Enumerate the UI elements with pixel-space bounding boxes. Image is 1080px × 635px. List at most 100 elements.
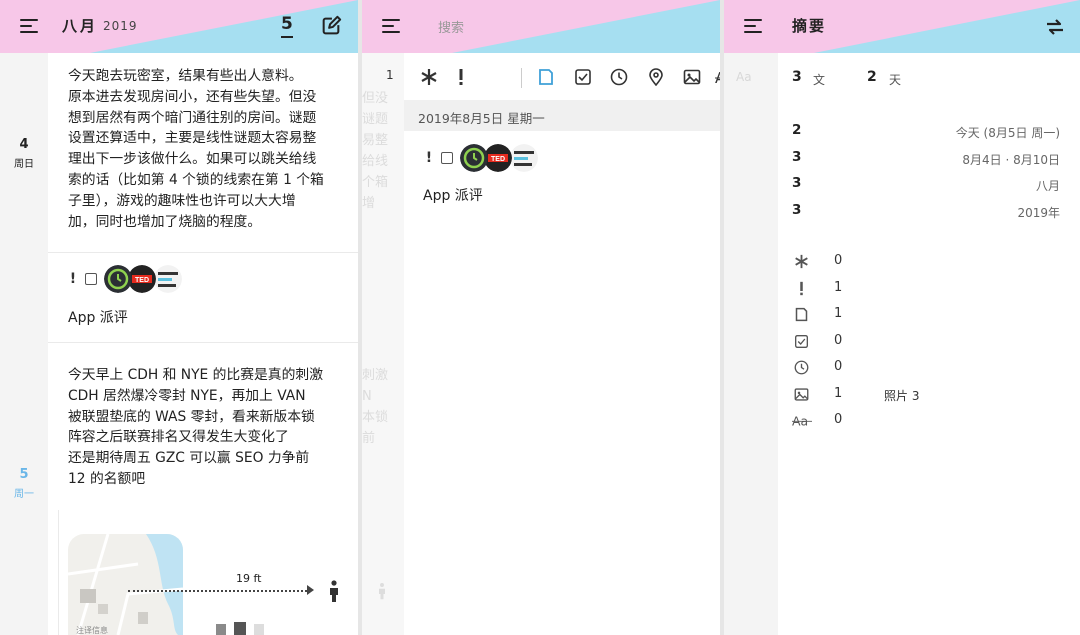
type-count: 1: [834, 386, 843, 401]
day-weekday: 周日: [14, 159, 34, 170]
hamburger-icon[interactable]: [20, 17, 40, 35]
note-icon: [85, 273, 97, 285]
header-background: [0, 0, 358, 53]
walking-person-icon: [330, 580, 338, 602]
month-title: 八月: [62, 17, 99, 35]
location-icon[interactable]: [645, 66, 667, 88]
timeline-header: 八月 2019 5: [0, 0, 358, 53]
note-icon[interactable]: [535, 66, 557, 88]
editor-body[interactable]: [404, 53, 720, 635]
divider: [48, 342, 358, 343]
svg-text:TED: TED: [135, 277, 149, 284]
days-count: 2: [867, 69, 877, 85]
text-style-icon: Aa: [736, 70, 752, 84]
hamburger-icon[interactable]: [382, 17, 402, 35]
background-text: 刺激 N 本锁 前: [362, 368, 389, 446]
image-icon: [792, 385, 810, 403]
type-count: 0: [834, 253, 843, 268]
entry-tags[interactable]: ! TED: [424, 143, 540, 173]
type-count: 0: [834, 412, 843, 427]
checkbox-icon: [792, 332, 810, 350]
entry-count-button[interactable]: 5: [281, 14, 293, 38]
background-count: 1: [386, 68, 394, 82]
timeline-panel: 八月 2019 5 4 周日 5 周一 今天跑去玩密室，结果有些出人意料。 原本…: [0, 0, 358, 635]
swap-icon[interactable]: [1044, 16, 1066, 38]
ted-app-icon: TED: [484, 144, 512, 172]
range-count: 3: [792, 202, 802, 218]
route-distance: 19 ft: [236, 572, 262, 585]
asterisk-icon: [792, 252, 810, 270]
divider: [58, 510, 59, 635]
search-input[interactable]: 搜索: [438, 17, 464, 36]
clock-icon: [792, 358, 810, 376]
exclamation-icon: !: [425, 150, 433, 166]
range-label[interactable]: 八月: [1036, 177, 1060, 194]
entry-label: App 派评: [68, 310, 128, 326]
list-app-icon: [154, 265, 182, 293]
arrow-right-icon: [307, 585, 314, 595]
image-icon[interactable]: [681, 66, 703, 88]
entry-tags[interactable]: ! TED: [68, 264, 184, 294]
edit-icon[interactable]: [320, 15, 342, 37]
svg-text:TED: TED: [491, 156, 505, 163]
type-count: 1: [834, 280, 843, 295]
editor-header: 搜索: [362, 0, 720, 53]
year-label: 2019: [103, 19, 138, 33]
exclamation-icon: [792, 279, 810, 297]
header-background: [724, 0, 1080, 53]
header-background: [362, 0, 720, 53]
type-count: 0: [834, 333, 843, 348]
type-count: 0: [834, 359, 843, 374]
day-number-today: 5: [19, 467, 29, 482]
photo-bar: [254, 624, 264, 635]
editor-toolbar: Aa: [404, 53, 720, 100]
map-thumbnail[interactable]: 注译信息: [68, 534, 183, 635]
note-icon: [441, 152, 453, 164]
note-icon: [792, 305, 810, 323]
clock-app-icon: [104, 265, 132, 293]
type-count: 1: [834, 306, 843, 321]
entry-text[interactable]: 今天早上 CDH 和 NYE 的比赛是真的刺激 CDH 居然爆冷零封 NYE，再…: [68, 365, 350, 490]
clock-icon[interactable]: [608, 66, 630, 88]
ted-app-icon: TED: [128, 265, 156, 293]
range-label[interactable]: 今天 (8月5日 周一): [956, 124, 1060, 141]
background-text: 但没 谜题 易整 给线 个箱 增: [362, 91, 389, 211]
text-style-icon: Aa: [792, 411, 812, 429]
range-label[interactable]: 8月4日 · 8月10日: [962, 151, 1060, 168]
day-number: 4: [19, 137, 29, 152]
entries-unit: 文: [813, 73, 826, 87]
entry-label[interactable]: App 派评: [423, 185, 483, 205]
days-unit: 天: [889, 73, 902, 87]
checkbox-icon[interactable]: [572, 66, 594, 88]
range-count: 3: [792, 175, 802, 191]
clock-app-icon: [460, 144, 488, 172]
day-weekday-today: 周一: [14, 489, 34, 500]
app-avatars: TED: [104, 264, 184, 294]
entries-count: 3: [792, 69, 802, 85]
toolbar-divider: [521, 68, 522, 88]
summary-title: 摘要: [792, 17, 827, 35]
map-place-label: 注译信息: [76, 625, 108, 635]
range-label[interactable]: 2019年: [1017, 204, 1060, 221]
range-count: 3: [792, 149, 802, 165]
photo-bar: [234, 622, 246, 635]
background-toolbar: [724, 53, 778, 635]
entry-text[interactable]: 今天跑去玩密室，结果有些出人意料。 原本进去发现房间小，还有些失望。但没 想到居…: [68, 66, 350, 232]
hamburger-icon[interactable]: [744, 17, 764, 35]
photo-count: 照片 3: [884, 389, 920, 403]
route-line: [128, 590, 311, 592]
range-count: 2: [792, 122, 802, 138]
summary-header: 摘要: [724, 0, 1080, 53]
divider: [48, 252, 358, 253]
app-avatars: TED: [460, 143, 540, 173]
entry-date: 2019年8月5日 星期一: [404, 100, 720, 131]
exclamation-icon[interactable]: [450, 66, 472, 88]
list-app-icon: [510, 144, 538, 172]
photo-bar: [216, 624, 226, 635]
map-drawing: 注译信息: [68, 534, 183, 635]
editor-panel: 搜索 1 但没 谜题 易整 给线 个箱 增 刺激 N 本锁 前 2019年8月5…: [362, 0, 720, 635]
walking-person-icon: [379, 583, 385, 600]
svg-text:Aa: Aa: [792, 413, 808, 428]
asterisk-icon[interactable]: [418, 66, 440, 88]
summary-panel: 摘要 Aa 3 文 2 天 2 今天 (8月5日 周一) 3 8月4日 · 8月…: [724, 0, 1080, 635]
